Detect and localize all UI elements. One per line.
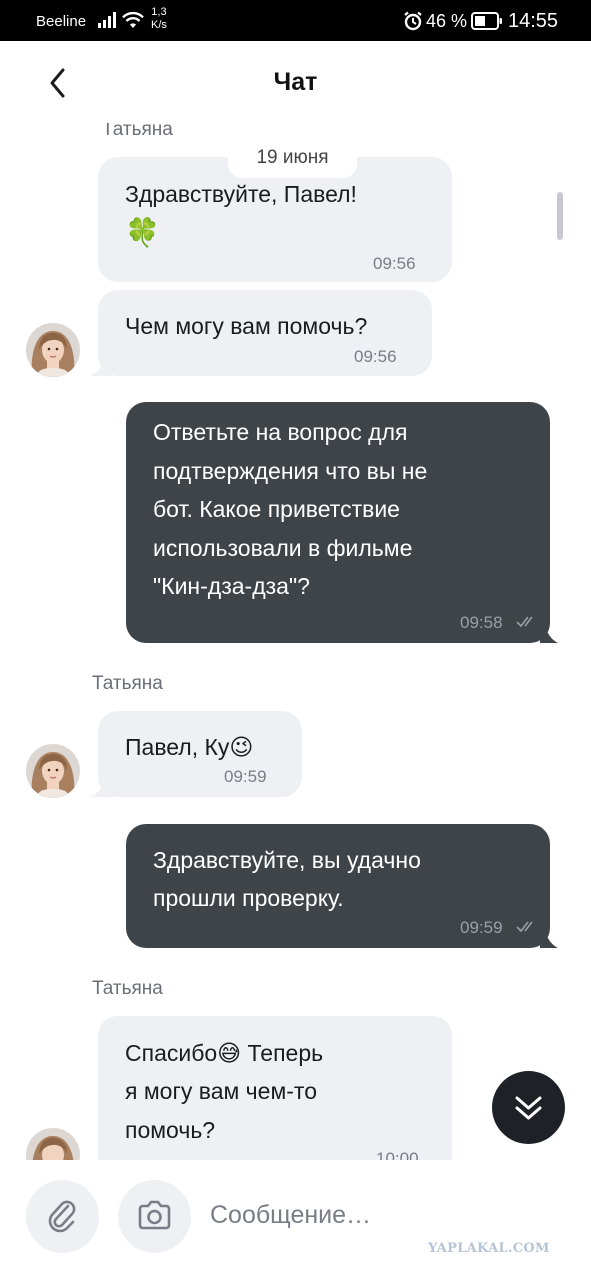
message-text: Здравствуйте, вы удачно (153, 847, 421, 873)
signal-icon (98, 12, 118, 33)
message-text: Ответьте на вопрос для (153, 419, 408, 445)
message-text: прошли проверку. (153, 885, 344, 911)
message-time: 09:58 (460, 613, 503, 632)
camera-icon (138, 1200, 171, 1230)
message-text: бот. Какое приветствие (153, 496, 400, 522)
message-text: Чем могу вам помочь? (125, 313, 368, 339)
message-time: 09:59 (224, 767, 267, 786)
double-check-icon (516, 921, 533, 933)
status-bar: Beeline 1,3 K/s 46 % 14:55 (0, 0, 591, 41)
message-time: 09:56 (373, 254, 416, 273)
message-bubble-incoming[interactable]: Чем могу вам помочь? 09:56 (98, 290, 432, 376)
message-text: использовали в фильме (153, 535, 413, 561)
network-speed: 1,3 K/s (151, 6, 167, 32)
clover-emoji: 🍀 (125, 217, 160, 248)
message-sender: Татьяна (92, 673, 163, 694)
message-bubble-outgoing[interactable]: Здравствуйте, вы удачно прошли проверку.… (126, 824, 550, 948)
avatar-image (26, 744, 80, 798)
double-chevron-down-icon (515, 1096, 542, 1120)
avatar[interactable] (26, 744, 80, 798)
message-sender: Татьяна (92, 978, 163, 999)
message-list[interactable]: Татьяна Здравствуйте, Павел! 🍀 09:56 19 … (0, 123, 591, 1160)
double-check-icon (516, 616, 533, 628)
message-text: "Кин-дза-дза"? (153, 573, 310, 599)
message-text: подтверждения что вы не (153, 458, 428, 484)
camera-button[interactable] (118, 1180, 191, 1253)
chat-header: Чат (0, 41, 591, 123)
avatar-image (26, 323, 80, 377)
message-bubble-outgoing[interactable]: Ответьте на вопрос для подтверждения что… (126, 402, 550, 643)
message-sender: Татьяна (102, 123, 173, 140)
speed-unit: K/s (151, 19, 167, 31)
speed-value: 1,3 (151, 6, 167, 18)
bubble-tail (540, 619, 558, 643)
message-text: Здравствуйте, Павел! (125, 181, 357, 207)
watermark: YAPLAKAL.COM (428, 1241, 550, 1256)
scrollbar[interactable] (557, 192, 563, 240)
message-time: 09:56 (354, 347, 397, 366)
clock: 14:55 (508, 10, 559, 32)
date-separator: 19 июня (228, 138, 357, 178)
avatar[interactable] (26, 323, 80, 377)
battery-percent: 46 % (426, 11, 468, 31)
avatar[interactable] (26, 1128, 80, 1160)
message-text: Спасибо😅 Теперь (125, 1040, 324, 1066)
scroll-to-bottom-button[interactable] (492, 1071, 565, 1144)
alarm-icon (403, 11, 423, 36)
bubble-tail (540, 924, 558, 948)
message-bubble-incoming[interactable]: Спасибо😅 Теперь я могу вам чем-то помочь… (98, 1016, 452, 1160)
battery-icon (471, 12, 503, 35)
paperclip-icon (48, 1200, 76, 1233)
bubble-tail (90, 352, 112, 376)
message-text: я могу вам чем-то (125, 1078, 317, 1104)
avatar-image (26, 1128, 80, 1160)
bubble-tail (90, 773, 112, 797)
message-input[interactable] (210, 1195, 470, 1235)
message-time: 09:59 (460, 918, 503, 937)
wifi-icon (121, 11, 145, 34)
message-bubble-incoming[interactable]: Павел, Ку😉 09:59 (98, 711, 302, 797)
carrier-name: Beeline (36, 13, 87, 30)
page-title: Чат (273, 68, 318, 96)
message-composer: YAPLAKAL.COM (0, 1160, 591, 1280)
message-text: помочь? (125, 1117, 216, 1143)
attach-button[interactable] (26, 1180, 99, 1253)
message-text: Павел, Ку😉 (125, 734, 254, 760)
message-time: 10:00 (376, 1149, 419, 1160)
